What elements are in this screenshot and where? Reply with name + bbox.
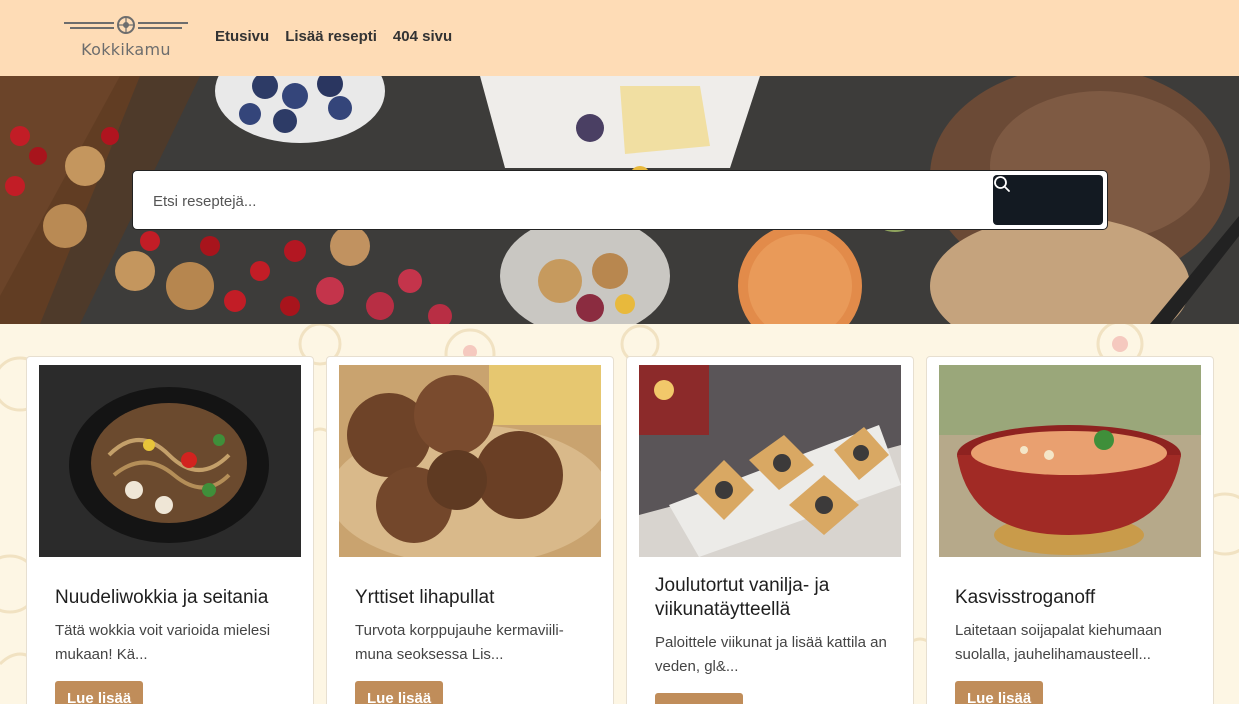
recipe-list: Nuudeliwokkia ja seitania Tätä wokkia vo… (26, 356, 1216, 704)
main-nav: Etusivu Lisää resepti 404 sivu (215, 28, 452, 45)
recipe-title: Nuudeliwokkia ja seitania (55, 587, 269, 608)
recipe-description: Tätä wokkia voit varioida mielesi mukaan… (55, 622, 271, 663)
search-button[interactable] (993, 175, 1103, 225)
recipe-title: Joulutortut vanilja- ja viikunatäytteell… (655, 575, 830, 620)
hero-banner (0, 76, 1239, 324)
recipe-card[interactable]: Yrttiset lihapullat Turvota korppujauhe … (326, 356, 614, 704)
recipe-title: Yrttiset lihapullat (355, 587, 495, 608)
site-logo[interactable]: Kokkikamu (62, 14, 190, 64)
site-header: Kokkikamu Etusivu Lisää resepti 404 sivu (0, 0, 1239, 76)
recipe-card[interactable]: Joulutortut vanilja- ja viikunatäytteell… (626, 356, 914, 704)
nav-link-add-recipe[interactable]: Lisää resepti (285, 28, 377, 45)
recipe-card[interactable]: Nuudeliwokkia ja seitania Tätä wokkia vo… (26, 356, 314, 704)
recipe-image[interactable] (939, 365, 1201, 557)
recipe-description: Laitetaan soijapalat kiehumaan suolalla,… (955, 622, 1162, 663)
read-more-button[interactable]: Lue lisää (355, 681, 444, 704)
recipe-title: Kasvisstroganoff (955, 587, 1096, 608)
recipe-image[interactable] (39, 365, 301, 557)
read-more-button[interactable]: Lue lisää (55, 681, 144, 704)
logo-text: Kokkikamu (81, 40, 171, 59)
nav-link-home[interactable]: Etusivu (215, 28, 269, 45)
read-more-button[interactable]: Lue lisää (955, 681, 1044, 704)
nav-link-404[interactable]: 404 sivu (393, 28, 452, 45)
logo-emblem-icon (64, 16, 188, 34)
recipe-image[interactable] (639, 365, 901, 557)
recipe-description: Paloittele viikunat ja lisää kattila an … (655, 634, 887, 675)
read-more-button[interactable]: Lue lisää (655, 693, 744, 704)
recipe-description: Turvota korppujauhe kermaviili-muna seok… (355, 622, 564, 663)
search-icon (994, 176, 1010, 192)
search-input[interactable] (153, 181, 993, 221)
recipe-image[interactable] (339, 365, 601, 557)
recipe-card[interactable]: Kasvisstroganoff Laitetaan soijapalat ki… (926, 356, 1214, 704)
search-bar (132, 170, 1108, 230)
